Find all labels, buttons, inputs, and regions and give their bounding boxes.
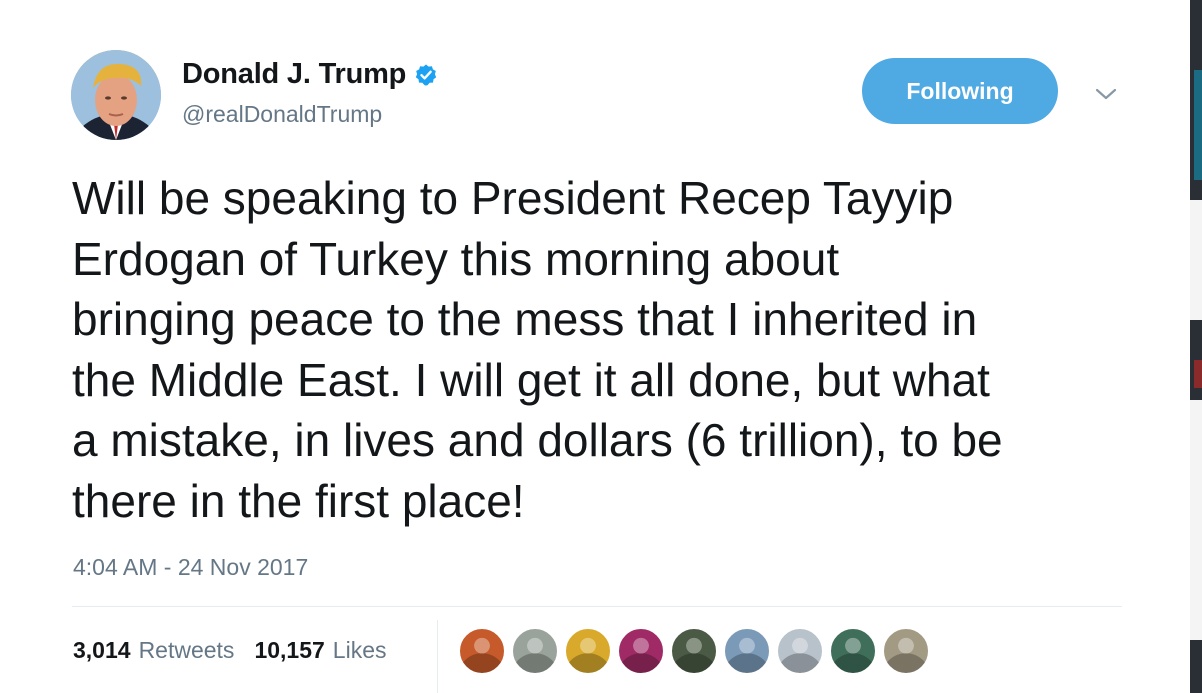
liker-avatar[interactable] (830, 628, 876, 674)
author-avatar[interactable] (71, 50, 161, 140)
liker-avatars (459, 628, 936, 674)
liker-avatar[interactable] (618, 628, 664, 674)
author-handle[interactable]: @realDonaldTrump (182, 101, 382, 128)
liker-avatar[interactable] (671, 628, 717, 674)
tweet-timestamp[interactable]: 4:04 AM - 24 Nov 2017 (73, 554, 308, 581)
liker-avatar[interactable] (883, 628, 929, 674)
liker-avatar[interactable] (512, 628, 558, 674)
stats-vertical-divider (437, 620, 438, 693)
liker-avatar[interactable] (777, 628, 823, 674)
liker-avatar[interactable] (565, 628, 611, 674)
tweet-card: Donald J. Trump @realDonaldTrump Followi… (0, 0, 1202, 693)
author-display-name[interactable]: Donald J. Trump (182, 58, 406, 91)
retweets-label: Retweets (138, 637, 235, 663)
likes-stat[interactable]: 10,157 Likes (254, 637, 386, 664)
author-name-row: Donald J. Trump (182, 58, 438, 91)
tweet-stats: 3,014 Retweets 10,157 Likes (73, 637, 407, 664)
likes-count: 10,157 (254, 637, 325, 663)
likes-label: Likes (332, 637, 387, 663)
verified-badge-icon (414, 63, 438, 87)
liker-avatar[interactable] (724, 628, 770, 674)
tweet-text: Will be speaking to President Recep Tayy… (72, 172, 1003, 527)
stats-divider (72, 606, 1122, 607)
following-button[interactable]: Following (862, 58, 1058, 124)
liker-avatar[interactable] (459, 628, 505, 674)
window-edge (1190, 0, 1202, 693)
chevron-down-icon[interactable] (1093, 82, 1119, 106)
retweets-count: 3,014 (73, 637, 131, 663)
retweets-stat[interactable]: 3,014 Retweets (73, 637, 234, 664)
